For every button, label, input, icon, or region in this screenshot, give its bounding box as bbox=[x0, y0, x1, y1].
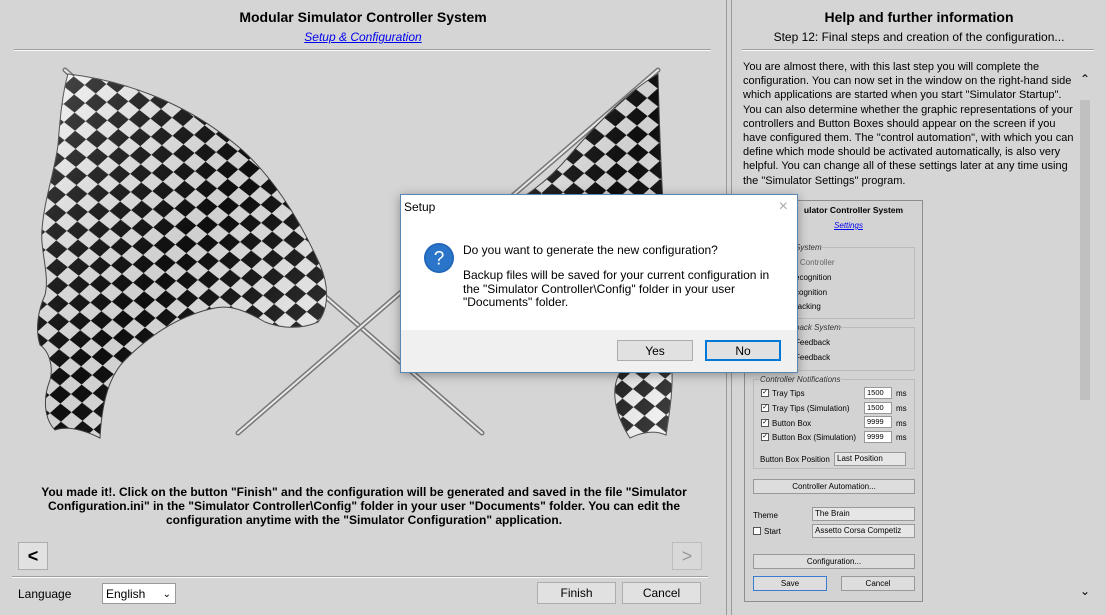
finish-button[interactable]: Finish bbox=[537, 582, 616, 604]
yes-button[interactable]: Yes bbox=[617, 340, 693, 361]
chevron-down-icon[interactable]: ⌄ bbox=[1080, 584, 1090, 598]
preview-system-label: System bbox=[795, 243, 822, 252]
preview-number: 9999 bbox=[864, 431, 892, 443]
chevron-right-icon: > bbox=[681, 545, 693, 566]
preview-select: Last Position bbox=[834, 452, 906, 466]
help-step-title: Step 12: Final steps and creation of the… bbox=[773, 30, 1065, 44]
footer-divider bbox=[12, 576, 708, 578]
scrollbar-thumb[interactable] bbox=[1080, 100, 1090, 400]
help-scrollbar[interactable]: ⌃ ⌄ bbox=[1077, 70, 1093, 600]
preview-button: Cancel bbox=[841, 576, 915, 591]
preview-number: 1500 bbox=[864, 387, 892, 399]
previous-button[interactable]: < bbox=[18, 542, 48, 570]
next-button[interactable]: > bbox=[672, 542, 702, 570]
preview-checkbox: ✓ bbox=[761, 389, 769, 397]
preview-button: Configuration... bbox=[753, 554, 915, 569]
language-value: English bbox=[106, 586, 146, 601]
dialog-detail: Backup files will be saved for your curr… bbox=[463, 268, 770, 309]
close-icon[interactable]: × bbox=[779, 198, 788, 216]
setup-configuration-link[interactable]: Setup & Configuration bbox=[0, 30, 726, 44]
dialog-footer: Yes No bbox=[401, 330, 797, 372]
question-icon: ? bbox=[424, 243, 454, 273]
help-divider bbox=[742, 49, 1094, 51]
preview-checkbox: ✓ bbox=[761, 404, 769, 412]
preview-item: Theme bbox=[753, 511, 778, 520]
preview-checkbox: ✓ bbox=[761, 419, 769, 427]
help-title: Help and further information bbox=[824, 9, 1014, 25]
dialog-title: Setup bbox=[404, 200, 436, 214]
preview-unit: ms bbox=[896, 404, 907, 413]
language-label: Language bbox=[18, 587, 72, 601]
preview-item: Button Box Position bbox=[760, 455, 830, 464]
preview-checkbox: ✓ bbox=[761, 433, 769, 441]
preview-notifications-label: Controller Notifications bbox=[759, 375, 842, 384]
preview-feedback-label: back System bbox=[795, 323, 841, 332]
preview-item: Button Box bbox=[772, 419, 812, 428]
preview-number: 1500 bbox=[864, 402, 892, 414]
dialog-question: Do you want to generate the new configur… bbox=[463, 243, 718, 257]
preview-item: Tray Tips (Simulation) bbox=[772, 404, 850, 413]
preview-item: r Controller bbox=[795, 258, 835, 267]
title-divider bbox=[14, 49, 711, 51]
preview-item: Feedback bbox=[795, 353, 831, 362]
svg-text:?: ? bbox=[434, 249, 445, 270]
preview-unit: ms bbox=[896, 433, 907, 442]
preview-checkbox bbox=[753, 527, 761, 535]
preview-item: Button Box (Simulation) bbox=[772, 433, 857, 442]
preview-unit: ms bbox=[896, 419, 907, 428]
help-text: You are almost there, with this last ste… bbox=[743, 61, 1074, 187]
preview-title: ulator Controller System bbox=[803, 205, 904, 215]
chevron-up-icon[interactable]: ⌃ bbox=[1080, 72, 1090, 86]
language-select[interactable]: English ⌄ bbox=[102, 583, 176, 604]
preview-select: Assetto Corsa Competiz bbox=[812, 524, 915, 538]
completion-message: You made it!. Click on the button "Finis… bbox=[41, 485, 687, 527]
preview-item: Feedback bbox=[795, 338, 831, 347]
preview-number: 9999 bbox=[864, 416, 892, 428]
preview-item: racking bbox=[795, 302, 821, 311]
chevron-down-icon: ⌄ bbox=[162, 588, 171, 600]
preview-item: Tray Tips bbox=[772, 389, 805, 398]
wizard-title: Modular Simulator Controller System bbox=[239, 9, 487, 25]
preview-button: Controller Automation... bbox=[753, 479, 915, 494]
preview-button: Save bbox=[753, 576, 827, 591]
preview-item: cognition bbox=[795, 288, 828, 297]
setup-dialog: Setup × ? Do you want to generate the ne… bbox=[400, 194, 798, 373]
no-button[interactable]: No bbox=[705, 340, 781, 361]
preview-item: ecognition bbox=[795, 273, 832, 282]
preview-unit: ms bbox=[896, 389, 907, 398]
chevron-left-icon: < bbox=[27, 545, 39, 566]
cancel-button[interactable]: Cancel bbox=[622, 582, 701, 604]
preview-select: The Brain bbox=[812, 507, 915, 521]
preview-item: Start bbox=[764, 527, 781, 536]
